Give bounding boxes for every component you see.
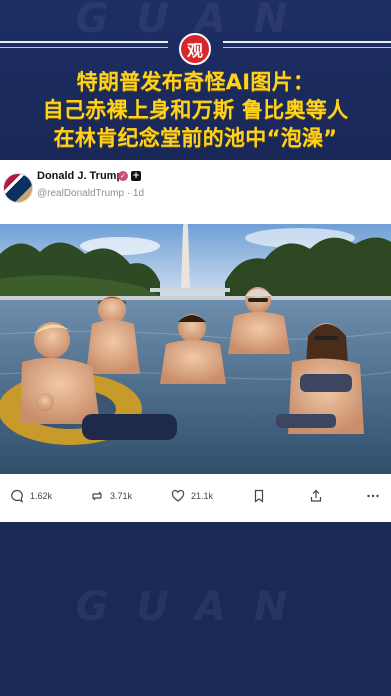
like-button[interactable]: 21.1k [171, 489, 213, 503]
post-image[interactable] [0, 224, 391, 474]
divider-line [223, 41, 391, 43]
header-banner: GUAN 观 特朗普发布奇怪AI图片： 自己赤裸上身和万斯 鲁比奥等人 在林肯纪… [0, 0, 391, 160]
headline-line-1: 特朗普发布奇怪AI图片： [76, 70, 315, 94]
headline: 特朗普发布奇怪AI图片： 自己赤裸上身和万斯 鲁比奥等人 在林肯纪念堂前的池中“… [0, 68, 391, 152]
logo-text: 观 [186, 41, 203, 60]
background-watermark: GUAN [75, 584, 316, 630]
divider-line [0, 41, 168, 43]
heart-icon [171, 489, 185, 502]
verified-badge-icon: ✓ [118, 171, 128, 181]
post-image-illustration [0, 224, 391, 474]
repost-button[interactable]: 3.71k [90, 489, 132, 503]
author-name[interactable]: Donald J. Trump [37, 170, 123, 182]
headline-line-2: 自己赤裸上身和万斯 鲁比奥等人 [42, 98, 349, 122]
reply-button[interactable]: 1.62k [10, 489, 52, 503]
headline-line-3: 在林肯纪念堂前的池中“泡澡” [53, 126, 338, 150]
post-actions-bar: 1.62k 3.71k 21.1k [0, 485, 391, 511]
repost-icon [91, 491, 103, 501]
bookmark-icon [254, 489, 264, 503]
follow-plus-icon[interactable]: + [131, 171, 141, 181]
repost-count: 3.71k [110, 491, 133, 501]
avatar[interactable] [3, 173, 33, 203]
reply-count: 1.62k [30, 491, 53, 501]
footer-area: GUAN [0, 522, 391, 696]
divider-line [0, 47, 168, 48]
post-card: Donald J. Trump ✓ + @realDonaldTrump · 1… [0, 160, 391, 522]
share-icon [310, 489, 322, 502]
like-count: 21.1k [191, 491, 214, 501]
author-handle: @realDonaldTrump · 1d [37, 188, 145, 199]
logo-badge: 观 [179, 33, 211, 65]
more-button[interactable] [366, 489, 380, 503]
more-dots-icon [367, 494, 379, 498]
bookmark-button[interactable] [252, 489, 266, 503]
reply-icon [11, 489, 23, 503]
share-button[interactable] [309, 489, 323, 503]
divider-line [223, 47, 391, 48]
